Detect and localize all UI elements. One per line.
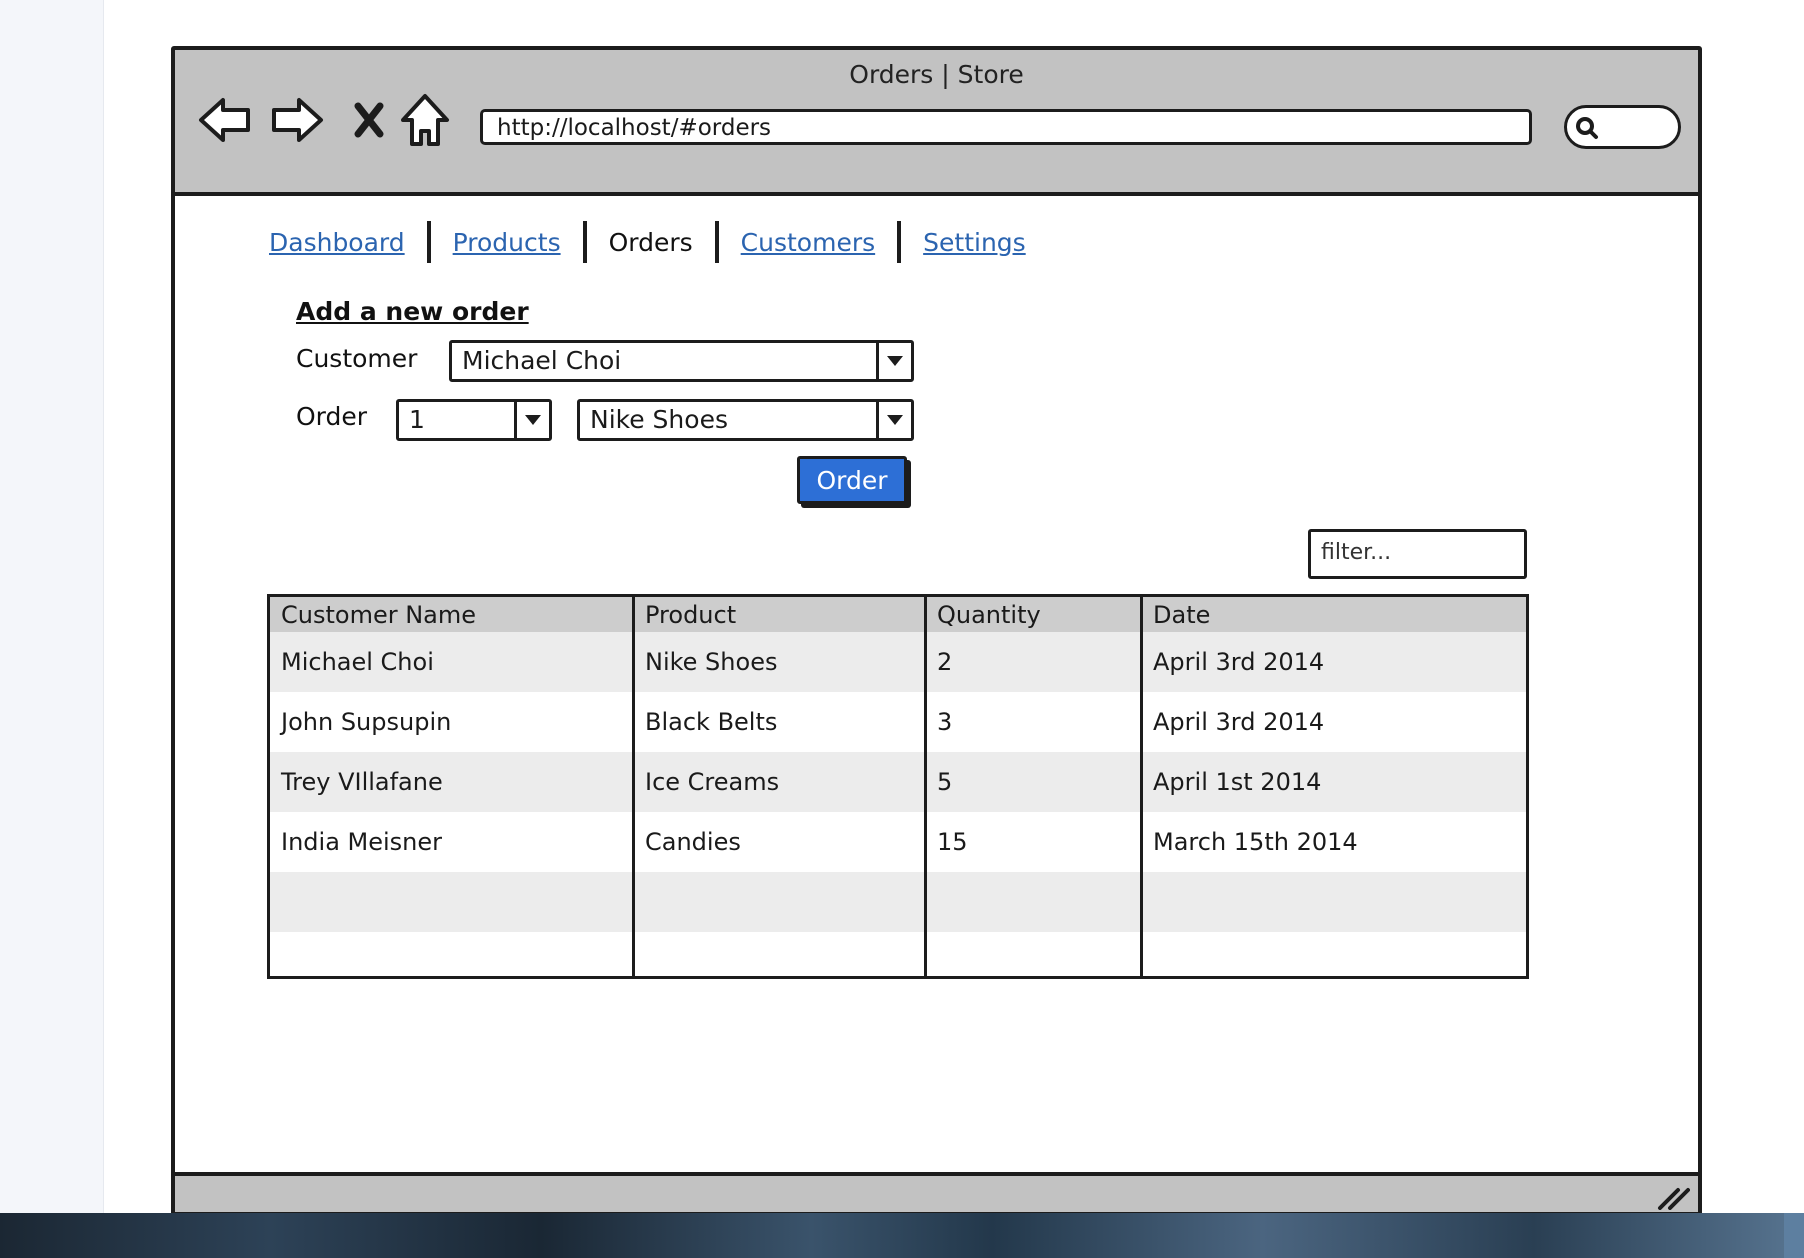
column-divider bbox=[924, 597, 927, 976]
column-header[interactable]: Product bbox=[634, 597, 926, 632]
resize-grip-icon[interactable] bbox=[1656, 1184, 1690, 1210]
cell-product: Nike Shoes bbox=[645, 648, 778, 676]
cell-date bbox=[1142, 932, 1526, 976]
column-header[interactable]: Customer Name bbox=[270, 597, 634, 632]
cell-date bbox=[1142, 872, 1526, 932]
cell-customer: John Supsupin bbox=[281, 708, 452, 736]
stop-icon bbox=[354, 102, 384, 138]
window-title: Orders | Store bbox=[849, 60, 1024, 89]
tab-customers[interactable]: Customers bbox=[729, 228, 887, 257]
browser-window: Orders | Store http://localhost/#orders bbox=[171, 46, 1702, 1216]
tab-settings[interactable]: Settings bbox=[911, 228, 1038, 257]
cell-date: April 3rd 2014 bbox=[1153, 708, 1325, 736]
stop-button[interactable] bbox=[339, 90, 399, 150]
tab-orders[interactable]: Orders bbox=[597, 228, 705, 257]
table-row[interactable]: Trey VIllafane Ice Creams 5 April 1st 20… bbox=[270, 752, 1526, 812]
cell-quantity: 15 bbox=[937, 828, 968, 856]
cell-product bbox=[634, 932, 926, 976]
browser-search-box[interactable] bbox=[1564, 105, 1681, 149]
back-button[interactable] bbox=[195, 90, 255, 150]
product-select[interactable]: Nike Shoes bbox=[577, 399, 914, 441]
url-bar[interactable]: http://localhost/#orders bbox=[480, 109, 1532, 145]
tab-divider bbox=[426, 221, 431, 263]
customer-select-value: Michael Choi bbox=[462, 346, 622, 375]
cell-customer: India Meisner bbox=[281, 828, 443, 856]
cell-quantity: 5 bbox=[937, 768, 953, 796]
cell-customer: Michael Choi bbox=[281, 648, 434, 676]
cell-product bbox=[634, 872, 926, 932]
form-title: Add a new order bbox=[296, 297, 529, 326]
tab-divider bbox=[897, 221, 902, 263]
table-row[interactable]: John Supsupin Black Belts 3 April 3rd 20… bbox=[270, 692, 1526, 752]
quantity-select[interactable]: 1 bbox=[396, 399, 552, 441]
cell-product: Black Belts bbox=[645, 708, 778, 736]
tab-products[interactable]: Products bbox=[441, 228, 573, 257]
cell-date: April 3rd 2014 bbox=[1153, 648, 1325, 676]
customer-select[interactable]: Michael Choi bbox=[449, 340, 914, 382]
search-icon bbox=[1576, 117, 1598, 139]
cell-product: Ice Creams bbox=[645, 768, 780, 796]
cell-date: March 15th 2014 bbox=[1153, 828, 1358, 856]
dropdown-arrow-icon[interactable] bbox=[514, 402, 549, 438]
orders-table: Customer Name Product Quantity Date Mich… bbox=[267, 594, 1529, 979]
cell-quantity: 3 bbox=[937, 708, 953, 736]
cell-product: Candies bbox=[645, 828, 741, 856]
browser-statusbar bbox=[175, 1172, 1698, 1212]
customer-label: Customer bbox=[296, 344, 418, 373]
tab-divider bbox=[714, 221, 719, 263]
tab-dashboard[interactable]: Dashboard bbox=[269, 228, 417, 257]
home-button[interactable] bbox=[395, 90, 455, 150]
table-row[interactable]: Michael Choi Nike Shoes 2 April 3rd 2014 bbox=[270, 632, 1526, 692]
desktop-wallpaper bbox=[0, 1213, 1804, 1258]
cell-quantity bbox=[926, 932, 1142, 976]
dropdown-arrow-icon[interactable] bbox=[876, 402, 911, 438]
back-arrow-icon bbox=[199, 98, 250, 142]
order-label: Order bbox=[296, 402, 368, 431]
tab-divider bbox=[582, 221, 587, 263]
column-divider bbox=[1140, 597, 1143, 976]
cell-customer: Trey VIllafane bbox=[281, 768, 443, 796]
forward-arrow-icon bbox=[272, 98, 323, 142]
browser-titlebar: Orders | Store http://localhost/#orders bbox=[175, 50, 1698, 196]
main-nav: Dashboard Products Orders Customers Sett… bbox=[269, 217, 1038, 267]
table-row[interactable] bbox=[270, 872, 1526, 932]
column-divider bbox=[632, 597, 635, 976]
forward-button[interactable] bbox=[267, 90, 327, 150]
cell-quantity bbox=[926, 872, 1142, 932]
order-button[interactable]: Order bbox=[797, 456, 907, 504]
cell-date: April 1st 2014 bbox=[1153, 768, 1322, 796]
table-header-row: Customer Name Product Quantity Date bbox=[270, 597, 1526, 632]
cell-customer bbox=[270, 932, 634, 976]
cell-customer bbox=[270, 872, 634, 932]
column-header[interactable]: Quantity bbox=[926, 597, 1142, 632]
filter-input[interactable]: filter... bbox=[1308, 529, 1527, 579]
column-header[interactable]: Date bbox=[1142, 597, 1526, 632]
product-select-value: Nike Shoes bbox=[590, 405, 728, 434]
home-icon bbox=[401, 94, 449, 146]
quantity-select-value: 1 bbox=[409, 405, 425, 434]
table-row[interactable] bbox=[270, 932, 1526, 976]
table-row[interactable]: India Meisner Candies 15 March 15th 2014 bbox=[270, 812, 1526, 872]
cell-quantity: 2 bbox=[937, 648, 953, 676]
left-gutter bbox=[0, 0, 104, 1213]
wallpaper-edge bbox=[1784, 1213, 1804, 1258]
dropdown-arrow-icon[interactable] bbox=[876, 343, 911, 379]
